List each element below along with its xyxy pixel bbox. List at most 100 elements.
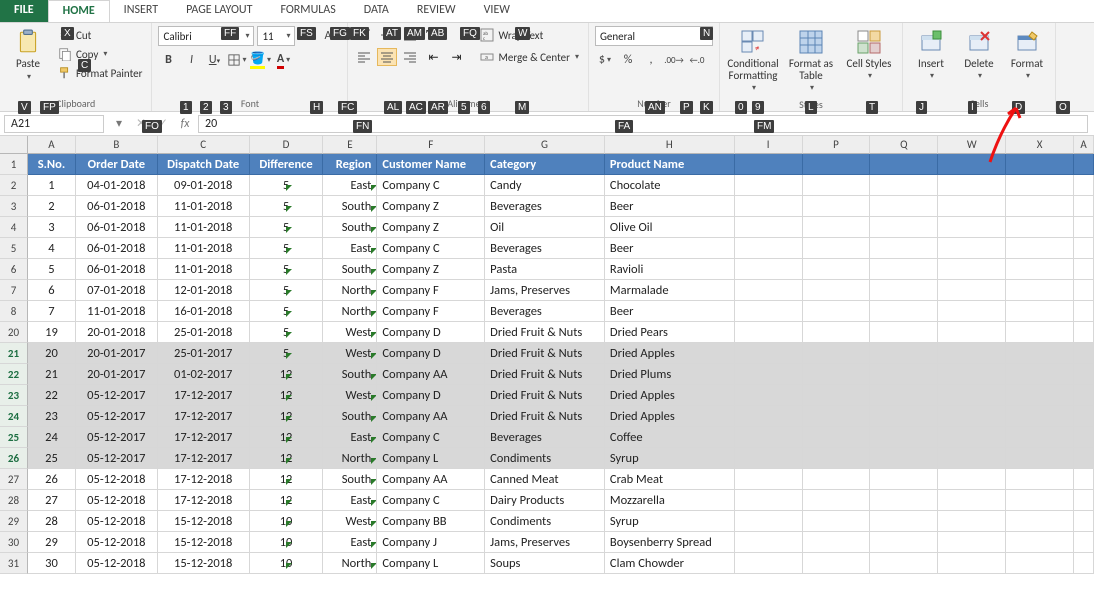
cell[interactable] [1006, 406, 1074, 427]
cell[interactable]: Jams, Preserves [485, 532, 605, 553]
cell[interactable]: 5 [28, 259, 76, 280]
cell[interactable]: Syrup [605, 448, 735, 469]
cell[interactable]: Company C [377, 427, 485, 448]
cell[interactable] [1074, 385, 1094, 406]
cell[interactable] [938, 175, 1006, 196]
decrease-indent-button[interactable]: ⇤ [423, 48, 443, 66]
cell[interactable]: Dried Fruit & Nuts [485, 343, 605, 364]
cell[interactable]: Clam Chowder [605, 553, 735, 574]
cell[interactable] [1006, 364, 1074, 385]
cell[interactable]: 12 [250, 385, 324, 406]
cell[interactable] [735, 280, 803, 301]
cell[interactable]: Dried Plums [605, 364, 735, 385]
tab-insert[interactable]: INSERT [110, 0, 172, 22]
cell[interactable] [870, 217, 938, 238]
cell[interactable]: 12 [250, 448, 324, 469]
cell[interactable]: Beverages [485, 238, 605, 259]
cell[interactable]: Oil [485, 217, 605, 238]
cell[interactable]: 05-12-2017 [76, 406, 158, 427]
row-header[interactable]: 8 [0, 301, 28, 322]
fx-button[interactable]: fx [174, 117, 196, 131]
cell[interactable] [1074, 322, 1094, 343]
cell[interactable] [1074, 532, 1094, 553]
cell[interactable] [803, 280, 871, 301]
cell[interactable]: Canned Meat [485, 469, 605, 490]
cell[interactable]: 10 [250, 532, 324, 553]
cell[interactable] [803, 343, 871, 364]
cell[interactable]: Category [485, 154, 605, 175]
cell[interactable] [1074, 301, 1094, 322]
cell[interactable] [870, 553, 938, 574]
comma-button[interactable]: , [641, 50, 661, 70]
cell[interactable]: 15-12-2018 [158, 532, 250, 553]
cell[interactable]: 5 [250, 301, 324, 322]
cell[interactable] [938, 301, 1006, 322]
cell[interactable] [1006, 511, 1074, 532]
cell[interactable] [803, 427, 871, 448]
cell[interactable]: Dried Apples [605, 343, 735, 364]
font-size-combobox[interactable]: 11 [257, 26, 295, 46]
cell[interactable] [1074, 175, 1094, 196]
row-header[interactable]: 24 [0, 406, 28, 427]
table-row[interactable]: 2805-12-201815-12-201810WestCompany BBCo… [28, 511, 1094, 532]
cell[interactable]: 15-12-2018 [158, 553, 250, 574]
cell[interactable] [735, 154, 803, 175]
cell[interactable] [803, 322, 871, 343]
row-header[interactable]: 20 [0, 322, 28, 343]
cell[interactable] [870, 175, 938, 196]
tab-file[interactable]: FILE [0, 0, 48, 22]
table-row[interactable]: 2305-12-201717-12-201712SouthCompany AAD… [28, 406, 1094, 427]
row-header[interactable]: 30 [0, 532, 28, 553]
cell[interactable]: 21 [28, 364, 76, 385]
cell[interactable]: Region [323, 154, 377, 175]
tab-formulas[interactable]: FORMULAS [266, 0, 349, 22]
table-row[interactable]: 406-01-201811-01-20185EastCompany CBever… [28, 238, 1094, 259]
cell[interactable] [1074, 259, 1094, 280]
bold-button[interactable]: B [158, 50, 178, 70]
namebox-dropdown[interactable]: ▾ [108, 116, 130, 131]
tab-review[interactable]: REVIEW [403, 0, 470, 22]
cell[interactable]: Jams, Preserves [485, 280, 605, 301]
tab-data[interactable]: DATA [350, 0, 403, 22]
cell[interactable]: 15-12-2018 [158, 511, 250, 532]
cell[interactable]: Order Date [76, 154, 158, 175]
cell[interactable]: 5 [250, 217, 324, 238]
cell[interactable]: Chocolate [605, 175, 735, 196]
cell[interactable]: 06-01-2018 [76, 238, 158, 259]
cell[interactable] [735, 553, 803, 574]
table-row[interactable]: 2705-12-201817-12-201812EastCompany CDai… [28, 490, 1094, 511]
table-row[interactable]: 2205-12-201717-12-201712WestCompany DDri… [28, 385, 1094, 406]
cell[interactable] [1074, 427, 1094, 448]
cell[interactable]: East [323, 238, 377, 259]
cell[interactable]: West [323, 385, 377, 406]
cell[interactable]: 05-12-2017 [76, 427, 158, 448]
underline-button[interactable]: U▾ [204, 50, 224, 70]
cell[interactable]: South [323, 469, 377, 490]
cell[interactable] [803, 448, 871, 469]
cell[interactable] [1074, 196, 1094, 217]
cell[interactable]: Company Z [377, 196, 485, 217]
cell[interactable]: South [323, 217, 377, 238]
cell[interactable]: 11-01-2018 [158, 196, 250, 217]
cell[interactable]: Mozzarella [605, 490, 735, 511]
cell[interactable]: 28 [28, 511, 76, 532]
format-painter-button[interactable]: Format Painter [54, 64, 145, 82]
cell[interactable]: North [323, 301, 377, 322]
cell[interactable] [1006, 448, 1074, 469]
conditional-formatting-button[interactable]: ≠ Conditional Formatting [726, 26, 780, 96]
cell[interactable]: Dairy Products [485, 490, 605, 511]
column-header[interactable]: Q [870, 136, 938, 154]
cell[interactable]: 1 [28, 175, 76, 196]
cell[interactable] [1074, 511, 1094, 532]
cell[interactable] [870, 364, 938, 385]
cell[interactable] [938, 217, 1006, 238]
cell[interactable]: Company F [377, 301, 485, 322]
cell[interactable] [803, 532, 871, 553]
cell[interactable] [870, 406, 938, 427]
cell[interactable] [735, 238, 803, 259]
cell[interactable]: 12 [250, 406, 324, 427]
format-cells-button[interactable]: Format [1005, 26, 1049, 84]
cell[interactable] [735, 532, 803, 553]
increase-decimal-button[interactable]: .00→ [664, 50, 684, 70]
cell[interactable] [1006, 553, 1074, 574]
